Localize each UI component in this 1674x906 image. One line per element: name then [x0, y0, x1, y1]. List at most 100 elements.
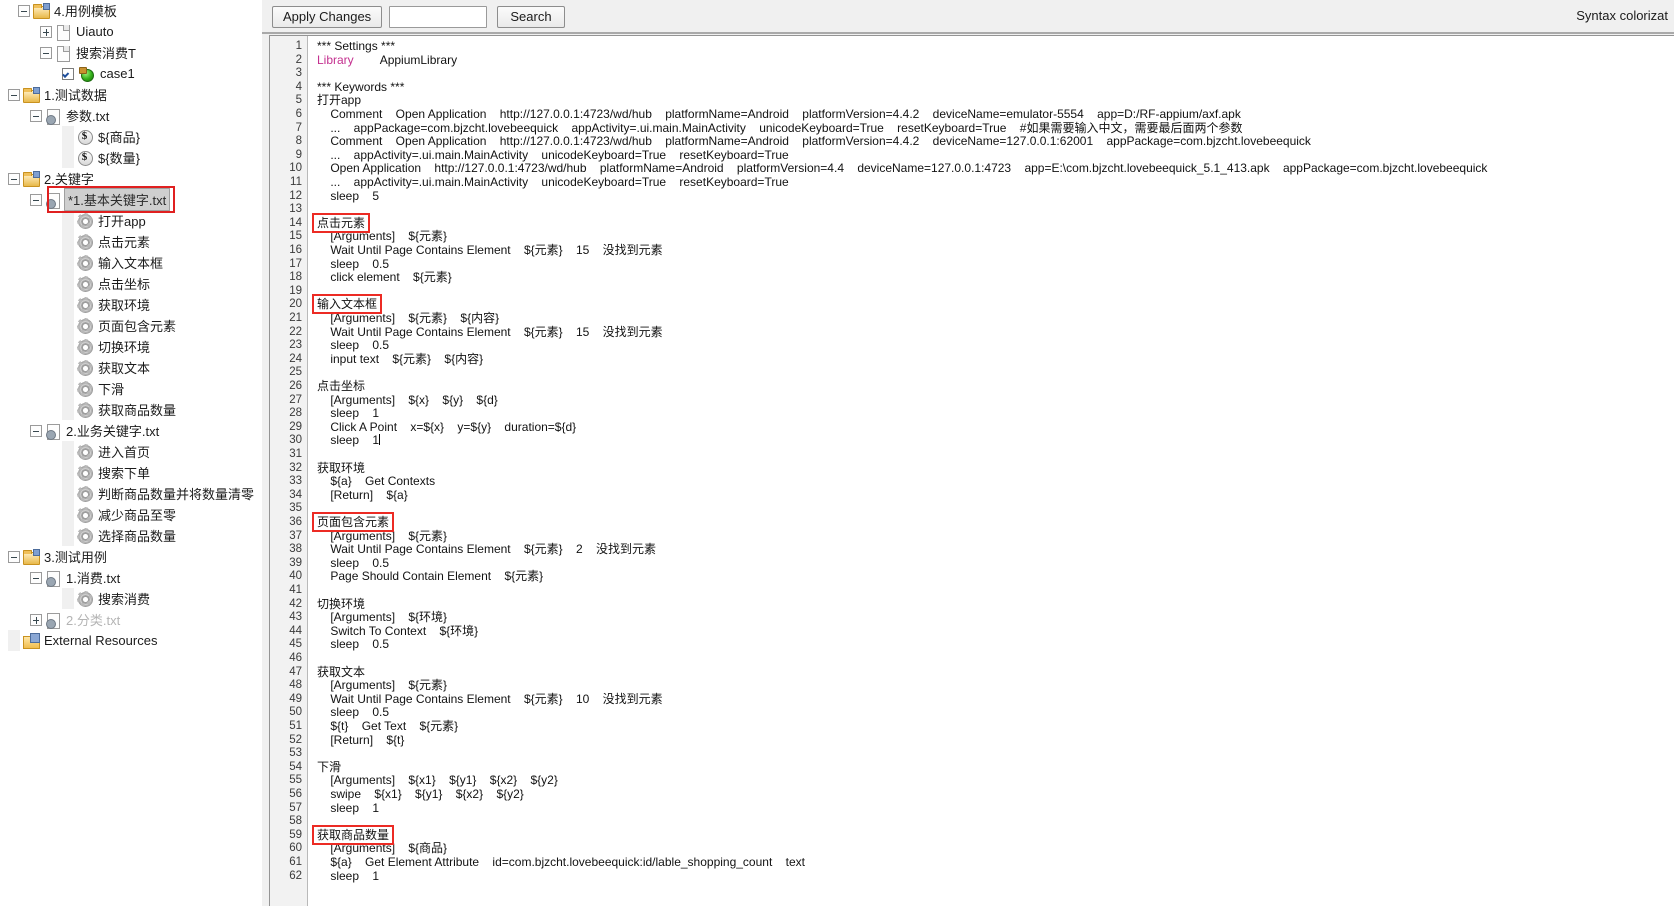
code-line[interactable]: 点击坐标: [317, 379, 365, 394]
code-line[interactable]: Page Should Contain Element ${元素}: [317, 570, 543, 584]
code-line[interactable]: Comment Open Application http://127.0.0.…: [317, 135, 1311, 149]
code-line[interactable]: sleep 0.5: [317, 339, 389, 353]
code-line[interactable]: Switch To Context ${环境}: [317, 624, 478, 639]
code-line[interactable]: [Arguments] ${环境}: [317, 611, 447, 625]
tree-item[interactable]: 切换环境: [0, 336, 262, 357]
collapse-icon[interactable]: [8, 550, 20, 563]
tree-item[interactable]: 减少商品至零: [0, 504, 262, 525]
code-line[interactable]: Wait Until Page Contains Element ${元素} 1…: [317, 692, 662, 707]
collapse-icon[interactable]: [30, 571, 42, 584]
code-line[interactable]: 获取文本: [317, 665, 365, 680]
search-button[interactable]: Search: [497, 6, 565, 28]
tree-item[interactable]: ${数量}: [0, 147, 262, 168]
tree-item[interactable]: ${商品}: [0, 126, 262, 147]
code-line[interactable]: swipe ${x1} ${y1} ${x2} ${y2}: [317, 787, 523, 802]
tree-item[interactable]: 打开app: [0, 210, 262, 231]
tree-item[interactable]: 搜索下单: [0, 462, 262, 483]
code-line[interactable]: 输入文本框: [317, 298, 377, 312]
tree-item[interactable]: 获取环境: [0, 294, 262, 315]
code-line[interactable]: Comment Open Application http://127.0.0.…: [317, 107, 1241, 122]
collapse-icon[interactable]: [40, 46, 52, 59]
test-case-checkbox[interactable]: [62, 67, 74, 80]
code-line[interactable]: Open Application http://127.0.0.1:4723/w…: [317, 162, 1487, 176]
tree-item[interactable]: 2.业务关键字.txt: [0, 420, 262, 441]
code-line[interactable]: ${a} Get Contexts: [317, 475, 435, 489]
code-line[interactable]: Wait Until Page Contains Element ${元素} 2…: [317, 543, 656, 557]
tree-item[interactable]: 选择商品数量: [0, 525, 262, 546]
code-line[interactable]: sleep 0.5: [317, 257, 389, 272]
code-line[interactable]: Wait Until Page Contains Element ${元素} 1…: [317, 243, 662, 258]
code-line[interactable]: click element ${元素}: [317, 271, 451, 285]
collapse-icon[interactable]: [30, 109, 42, 122]
tree-item[interactable]: External Resources: [0, 630, 262, 651]
tree-item[interactable]: 点击元素: [0, 231, 262, 252]
tree-item[interactable]: 进入首页: [0, 441, 262, 462]
code-line[interactable]: [Arguments] ${元素} ${内容}: [317, 311, 499, 326]
text-editor[interactable]: 1 2 3 4 5 6 7 8 9 10 11 12 13 14 15 16 17 18 19 20 21 22 23 24 2…: [270, 36, 1674, 906]
code-line[interactable]: [Arguments] ${x1} ${y1} ${x2} ${y2}: [317, 774, 558, 788]
code-line[interactable]: [Arguments] ${元素}: [317, 679, 447, 693]
tree-item[interactable]: case1: [0, 63, 262, 84]
tree-item[interactable]: 2.分类.txt: [0, 609, 262, 630]
expand-icon[interactable]: [30, 613, 42, 626]
code-line[interactable]: ... appActivity=.ui.main.MainActivity un…: [317, 175, 788, 190]
tree-item[interactable]: 页面包含元素: [0, 315, 262, 336]
code-line[interactable]: ... appPackage=com.bjzcht.lovebeequick a…: [317, 121, 1242, 136]
code-line[interactable]: sleep 5: [317, 189, 379, 204]
code-line[interactable]: Wait Until Page Contains Element ${元素} 1…: [317, 325, 662, 340]
tree-item[interactable]: 判断商品数量并将数量清零: [0, 483, 262, 504]
tree-item[interactable]: Uiauto: [0, 21, 262, 42]
code-line[interactable]: [Return] ${a}: [317, 488, 407, 503]
code-line[interactable]: sleep 0.5: [317, 556, 389, 571]
code-line[interactable]: *** Keywords ***: [317, 80, 404, 95]
code-line[interactable]: 点击元素: [317, 216, 365, 231]
project-tree-panel[interactable]: 4.用例模板 Uiauto 搜索消费T case1 1.测试数据参数.txt ${商品} $…: [0, 0, 262, 906]
tree-item[interactable]: 点击坐标: [0, 273, 262, 294]
tree-item[interactable]: 1.测试数据: [0, 84, 262, 105]
code-area[interactable]: *** Settings *** Library AppiumLibrary ***…: [309, 36, 1674, 906]
tree-item[interactable]: 3.测试用例: [0, 546, 262, 567]
tree-item[interactable]: 搜索消费: [0, 588, 262, 609]
collapse-icon[interactable]: [30, 424, 42, 437]
code-line[interactable]: Click A Point x=${x} y=${y} duration=${d…: [317, 420, 576, 435]
code-line[interactable]: ... appActivity=.ui.main.MainActivity un…: [317, 148, 788, 163]
code-line[interactable]: sleep 1: [317, 407, 379, 421]
code-line[interactable]: [Arguments] ${x} ${y} ${d}: [317, 393, 497, 408]
tree-item[interactable]: 获取商品数量: [0, 399, 262, 420]
code-line[interactable]: *** Settings ***: [317, 39, 395, 54]
tree-item[interactable]: 下滑: [0, 378, 262, 399]
code-line[interactable]: input text ${元素} ${内容}: [317, 352, 483, 367]
collapse-icon[interactable]: [30, 193, 42, 206]
code-line[interactable]: [Return] ${t}: [317, 733, 404, 748]
code-line[interactable]: sleep 0.5: [317, 706, 389, 720]
tree-item[interactable]: 搜索消费T: [0, 42, 262, 63]
tree-item[interactable]: 获取文本: [0, 357, 262, 378]
project-tree[interactable]: 4.用例模板 Uiauto 搜索消费T case1 1.测试数据参数.txt ${商品} $…: [0, 0, 262, 651]
expand-icon[interactable]: [40, 25, 52, 38]
search-input[interactable]: [389, 6, 487, 28]
tree-item[interactable]: *1.基本关键字.txt: [0, 188, 262, 211]
code-line[interactable]: [Arguments] ${元素}: [317, 230, 447, 244]
collapse-icon[interactable]: [8, 88, 20, 101]
code-line[interactable]: ${a} Get Element Attribute id=com.bjzcht…: [317, 855, 805, 870]
tree-item[interactable]: 2.关键字: [0, 168, 262, 189]
collapse-icon[interactable]: [8, 172, 20, 185]
code-line[interactable]: 下滑: [317, 760, 341, 775]
tree-item[interactable]: 参数.txt: [0, 105, 262, 126]
code-line[interactable]: 页面包含元素: [317, 515, 389, 530]
tree-item[interactable]: 1.消费.txt: [0, 567, 262, 588]
code-line[interactable]: sleep 1: [317, 801, 379, 816]
code-line[interactable]: sleep 1: [317, 434, 381, 448]
text-editor-container[interactable]: 1 2 3 4 5 6 7 8 9 10 11 12 13 14 15 16 17 18 19 20 21 22 23 24 2…: [269, 35, 1674, 906]
apply-changes-button[interactable]: Apply Changes: [272, 6, 383, 28]
code-line[interactable]: [Arguments] ${商品}: [317, 842, 447, 856]
tree-item[interactable]: 4.用例模板: [0, 0, 262, 21]
tree-item[interactable]: 输入文本框: [0, 252, 262, 273]
collapse-icon[interactable]: [18, 4, 30, 17]
code-line[interactable]: Library AppiumLibrary: [317, 53, 457, 68]
code-line[interactable]: sleep 0.5: [317, 638, 389, 652]
code-line[interactable]: ${t} Get Text ${元素}: [317, 719, 458, 734]
code-line[interactable]: 获取环境: [317, 461, 365, 476]
code-line[interactable]: 打开app: [317, 94, 361, 108]
code-line[interactable]: sleep 1: [317, 869, 379, 884]
